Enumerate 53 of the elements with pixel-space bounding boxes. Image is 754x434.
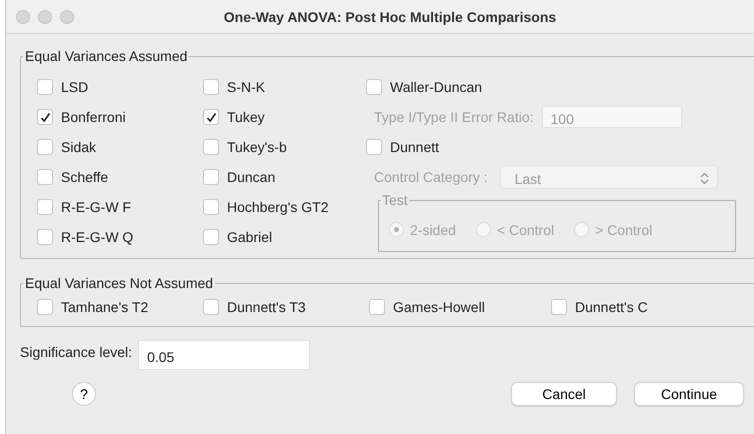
field-label: Control Category : bbox=[374, 169, 488, 185]
dialog-button[interactable]: Cancel bbox=[511, 382, 617, 406]
checkmark-icon bbox=[40, 112, 50, 122]
group-title: Test bbox=[381, 192, 409, 208]
field-label: Type I/Type II Error Ratio: bbox=[374, 109, 534, 125]
checkbox-label[interactable]: Dunnett's C bbox=[575, 299, 648, 315]
checkbox-label[interactable]: LSD bbox=[61, 79, 88, 95]
dialog-button[interactable]: Continue bbox=[634, 382, 744, 406]
checkbox-label[interactable]: Hochberg's GT2 bbox=[227, 199, 328, 215]
checkbox[interactable] bbox=[37, 169, 53, 185]
checkbox-label[interactable]: Sidak bbox=[61, 139, 96, 155]
significance-field[interactable]: 0.05 bbox=[138, 340, 310, 370]
checkbox[interactable] bbox=[369, 299, 385, 315]
checkbox[interactable] bbox=[203, 109, 219, 125]
checkbox-label[interactable]: Games-Howell bbox=[393, 299, 485, 315]
checkbox[interactable] bbox=[37, 199, 53, 215]
checkbox[interactable] bbox=[203, 229, 219, 245]
group-title: Equal Variances Not Assumed bbox=[24, 275, 214, 291]
checkbox[interactable] bbox=[37, 109, 53, 125]
checkbox[interactable] bbox=[203, 79, 219, 95]
checkbox-label[interactable]: S-N-K bbox=[227, 79, 266, 95]
checkbox[interactable] bbox=[37, 229, 53, 245]
checkbox[interactable] bbox=[203, 199, 219, 215]
checkbox-label[interactable]: Tamhane's T2 bbox=[61, 299, 148, 315]
checkbox-label[interactable]: Tukey bbox=[227, 109, 265, 125]
checkbox[interactable] bbox=[203, 169, 219, 185]
checkbox[interactable] bbox=[37, 299, 53, 315]
checkbox[interactable] bbox=[37, 139, 53, 155]
checkbox-label[interactable]: Gabriel bbox=[227, 229, 272, 245]
checkbox-label[interactable]: R-E-G-W Q bbox=[61, 229, 134, 245]
checkbox[interactable] bbox=[366, 79, 382, 95]
checkbox[interactable] bbox=[551, 299, 567, 315]
group-title: Equal Variances Assumed bbox=[24, 48, 188, 64]
checkbox-label[interactable]: Duncan bbox=[227, 169, 276, 185]
minimize-light[interactable] bbox=[38, 10, 52, 24]
checkbox-label[interactable]: R-E-G-W F bbox=[61, 199, 131, 215]
checkbox[interactable] bbox=[366, 139, 382, 155]
checkbox-label[interactable]: Dunnett bbox=[390, 139, 440, 155]
checkbox[interactable] bbox=[37, 79, 53, 95]
chevron-updown-icon bbox=[700, 172, 709, 185]
checkbox-label[interactable]: Bonferroni bbox=[61, 109, 126, 125]
window-title: One-Way ANOVA: Post Hoc Multiple Comparisons bbox=[224, 8, 556, 24]
help-button[interactable]: ? bbox=[72, 382, 96, 406]
checkbox[interactable] bbox=[203, 299, 219, 315]
checkbox-label[interactable]: Dunnett's T3 bbox=[227, 299, 306, 315]
checkbox[interactable] bbox=[203, 139, 219, 155]
close-light[interactable] bbox=[16, 10, 30, 24]
checkbox-label[interactable]: Waller-Duncan bbox=[390, 79, 482, 95]
field-label: Significance level: bbox=[20, 343, 132, 360]
checkmark-icon bbox=[206, 112, 216, 122]
zoom-light[interactable] bbox=[60, 10, 74, 24]
checkbox-label[interactable]: Scheffe bbox=[61, 169, 108, 185]
checkbox-label[interactable]: Tukey's-b bbox=[227, 139, 287, 155]
